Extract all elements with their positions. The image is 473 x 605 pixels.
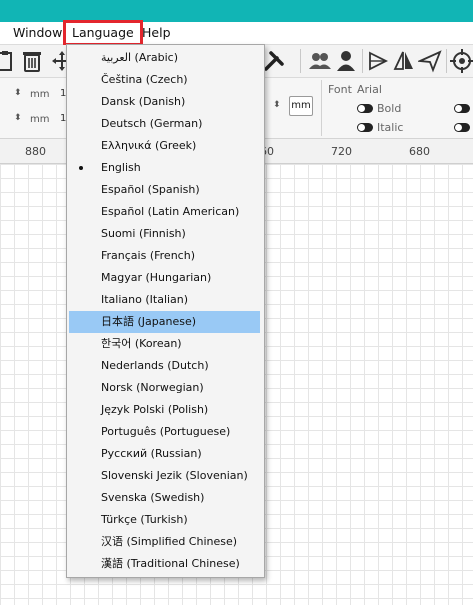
paste-icon[interactable]	[0, 49, 18, 73]
language-option-spanish[interactable]: Español (Spanish)	[69, 179, 260, 201]
language-option-label: 한국어 (Korean)	[101, 337, 182, 350]
unit-toggle-button[interactable]: mm	[289, 96, 313, 116]
language-option-label: Magyar (Hungarian)	[101, 271, 212, 284]
wrench-icon[interactable]	[262, 49, 286, 73]
language-option-portuguese[interactable]: Português (Portuguese)	[69, 421, 260, 443]
toggle-switch[interactable]	[454, 123, 470, 132]
divider	[321, 80, 322, 136]
language-option-label: Čeština (Czech)	[101, 73, 188, 86]
language-option-label: 日本語 (Japanese)	[101, 315, 197, 328]
language-option-label: Türkçe (Turkish)	[101, 513, 188, 526]
language-option-greek[interactable]: Ελληνικά (Greek)	[69, 135, 260, 157]
language-option-label: Português (Portuguese)	[101, 425, 231, 438]
language-option-hungarian[interactable]: Magyar (Hungarian)	[69, 267, 260, 289]
language-option-norwegian[interactable]: Norsk (Norwegian)	[69, 377, 260, 399]
language-option-label: Dansk (Danish)	[101, 95, 186, 108]
language-option-label: Русский (Russian)	[101, 447, 202, 460]
language-option-czech[interactable]: Čeština (Czech)	[69, 69, 260, 91]
language-option-traditional-chinese[interactable]: 漢語 (Traditional Chinese)	[69, 553, 260, 575]
language-option-polish[interactable]: Język Polski (Polish)	[69, 399, 260, 421]
language-option-slovenian[interactable]: Slovenski Jezik (Slovenian)	[69, 465, 260, 487]
unit-label: mm	[30, 89, 50, 100]
language-option-german[interactable]: Deutsch (German)	[69, 113, 260, 135]
language-menu: العربية (Arabic) Čeština (Czech) Dansk (…	[66, 44, 265, 578]
language-option-label: Español (Latin American)	[101, 205, 240, 218]
language-option-swedish[interactable]: Svenska (Swedish)	[69, 487, 260, 509]
toolbar-separator	[300, 49, 301, 73]
language-option-label: Slovenski Jezik (Slovenian)	[101, 469, 248, 482]
mirror-vertical-icon[interactable]	[392, 49, 416, 73]
language-option-label: Język Polski (Polish)	[101, 403, 209, 416]
language-option-dutch[interactable]: Nederlands (Dutch)	[69, 355, 260, 377]
bold-label: Bold	[377, 102, 402, 115]
menu-language[interactable]: Language	[63, 20, 143, 46]
mirror-horizontal-icon[interactable]	[366, 49, 390, 73]
language-option-label: Nederlands (Dutch)	[101, 359, 209, 372]
spinner-icon[interactable]: ⬍	[14, 113, 22, 123]
toggle-switch[interactable]	[454, 104, 470, 113]
italic-toggle[interactable]	[357, 123, 373, 132]
trash-icon[interactable]	[20, 49, 44, 73]
language-option-turkish[interactable]: Türkçe (Turkish)	[69, 509, 260, 531]
language-option-label: 汉语 (Simplified Chinese)	[101, 535, 238, 548]
language-option-simplified-chinese[interactable]: 汉语 (Simplified Chinese)	[69, 531, 260, 553]
language-option-french[interactable]: Français (French)	[69, 245, 260, 267]
font-selector[interactable]: Arial	[357, 83, 382, 96]
language-option-label: Ελληνικά (Greek)	[101, 139, 197, 152]
menu-bar: Window Language Help	[0, 20, 473, 46]
title-strip	[0, 0, 473, 22]
ruler-label: 720	[331, 145, 352, 158]
unit-label: mm	[30, 114, 50, 125]
toolbar-separator	[362, 49, 363, 73]
toolbar-separator	[446, 49, 447, 73]
language-option-label: Deutsch (German)	[101, 117, 203, 130]
language-option-label: English	[101, 161, 141, 174]
font-label: Font	[328, 83, 352, 96]
language-option-label: 漢語 (Traditional Chinese)	[101, 557, 240, 570]
language-option-label: Norsk (Norwegian)	[101, 381, 204, 394]
language-option-english[interactable]: English	[69, 157, 260, 179]
spinner-icon[interactable]: ⬍	[14, 88, 22, 98]
language-option-label: Français (French)	[101, 249, 195, 262]
language-option-label: العربية (Arabic)	[101, 51, 179, 64]
send-icon[interactable]	[418, 49, 442, 73]
language-option-label: Suomi (Finnish)	[101, 227, 186, 240]
ruler-label: 880	[25, 145, 46, 158]
language-option-spanish-latin-american[interactable]: Español (Latin American)	[69, 201, 260, 223]
group-icon[interactable]	[308, 49, 332, 73]
user-icon[interactable]	[334, 49, 358, 73]
language-option-italian[interactable]: Italiano (Italian)	[69, 289, 260, 311]
target-icon[interactable]	[450, 49, 473, 73]
language-option-label: Español (Spanish)	[101, 183, 200, 196]
checked-bullet-icon	[79, 166, 83, 170]
spinner-icon[interactable]: ⬍	[273, 100, 281, 110]
language-option-russian[interactable]: Русский (Russian)	[69, 443, 260, 465]
bold-toggle[interactable]	[357, 104, 373, 113]
italic-label: Italic	[377, 121, 404, 134]
language-option-arabic[interactable]: العربية (Arabic)	[69, 47, 260, 69]
menu-help[interactable]: Help	[142, 22, 171, 44]
language-option-korean[interactable]: 한국어 (Korean)	[69, 333, 260, 355]
language-option-label: Italiano (Italian)	[101, 293, 189, 306]
language-option-label: Svenska (Swedish)	[101, 491, 205, 504]
ruler-label: 680	[409, 145, 430, 158]
language-option-finnish[interactable]: Suomi (Finnish)	[69, 223, 260, 245]
menu-window[interactable]: Window	[13, 22, 62, 44]
language-option-japanese[interactable]: 日本語 (Japanese)	[69, 311, 260, 333]
language-option-danish[interactable]: Dansk (Danish)	[69, 91, 260, 113]
